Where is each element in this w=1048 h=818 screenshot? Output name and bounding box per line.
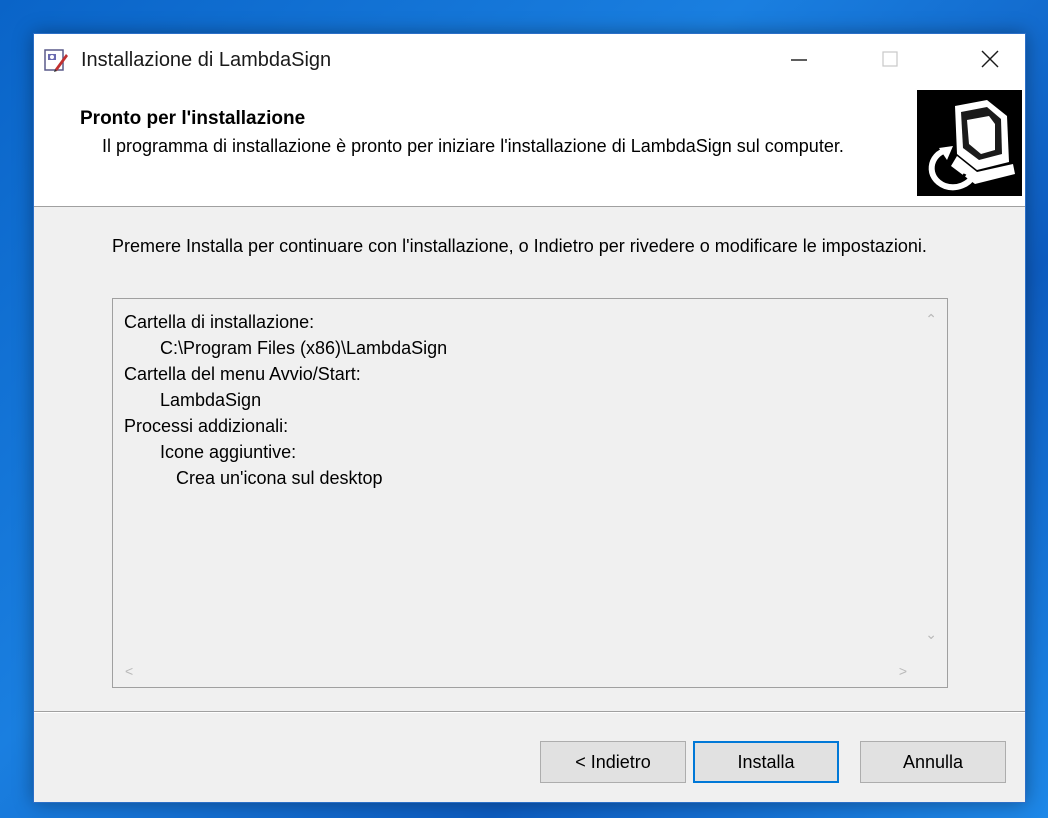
tasks-label: Processi addizionali: bbox=[124, 416, 289, 436]
close-button[interactable] bbox=[955, 34, 1025, 88]
close-icon bbox=[980, 49, 1000, 74]
installer-window: Installazione di LambdaSign Pronto per l… bbox=[33, 33, 1026, 803]
tasks-item: Crea un'icona sul desktop bbox=[176, 468, 383, 488]
instructions-text: Premere Installa per continuare con l'in… bbox=[112, 236, 927, 256]
install-folder-value: C:\Program Files (x86)\LambdaSign bbox=[160, 338, 448, 358]
wizard-header: Pronto per l'installazione Il programma … bbox=[34, 88, 1025, 207]
back-button[interactable]: < Indietro bbox=[540, 741, 686, 783]
minimize-button[interactable] bbox=[764, 34, 834, 88]
tasks-group: Icone aggiuntive: bbox=[160, 442, 297, 462]
window-title: Installazione di LambdaSign bbox=[81, 49, 332, 71]
footer-divider bbox=[34, 711, 1025, 713]
page-title: Pronto per l'installazione bbox=[80, 108, 306, 129]
cancel-button[interactable]: Annulla bbox=[860, 741, 1006, 783]
install-button[interactable]: Installa bbox=[693, 741, 839, 783]
maximize-icon bbox=[880, 49, 900, 74]
scroll-up-arrow-icon[interactable]: ⌃ bbox=[925, 311, 937, 328]
start-menu-label: Cartella del menu Avvio/Start: bbox=[124, 364, 361, 384]
maximize-button[interactable] bbox=[855, 34, 925, 88]
start-menu-value: LambdaSign bbox=[160, 390, 262, 410]
page-description: Il programma di installazione è pronto p… bbox=[102, 136, 844, 156]
scroll-down-arrow-icon[interactable]: ⌄ bbox=[925, 626, 937, 643]
computer-install-icon bbox=[917, 90, 1022, 196]
scroll-right-arrow-icon[interactable]: > bbox=[899, 663, 907, 679]
settings-summary-memo[interactable]: Cartella di installazione: C:\Program Fi… bbox=[112, 298, 948, 688]
minimize-icon bbox=[789, 49, 809, 74]
installer-icon bbox=[43, 47, 69, 73]
install-folder-label: Cartella di installazione: bbox=[124, 312, 315, 332]
desktop-background: Installazione di LambdaSign Pronto per l… bbox=[0, 0, 1048, 818]
scroll-left-arrow-icon[interactable]: < bbox=[125, 663, 133, 679]
title-bar[interactable]: Installazione di LambdaSign bbox=[34, 34, 1025, 88]
